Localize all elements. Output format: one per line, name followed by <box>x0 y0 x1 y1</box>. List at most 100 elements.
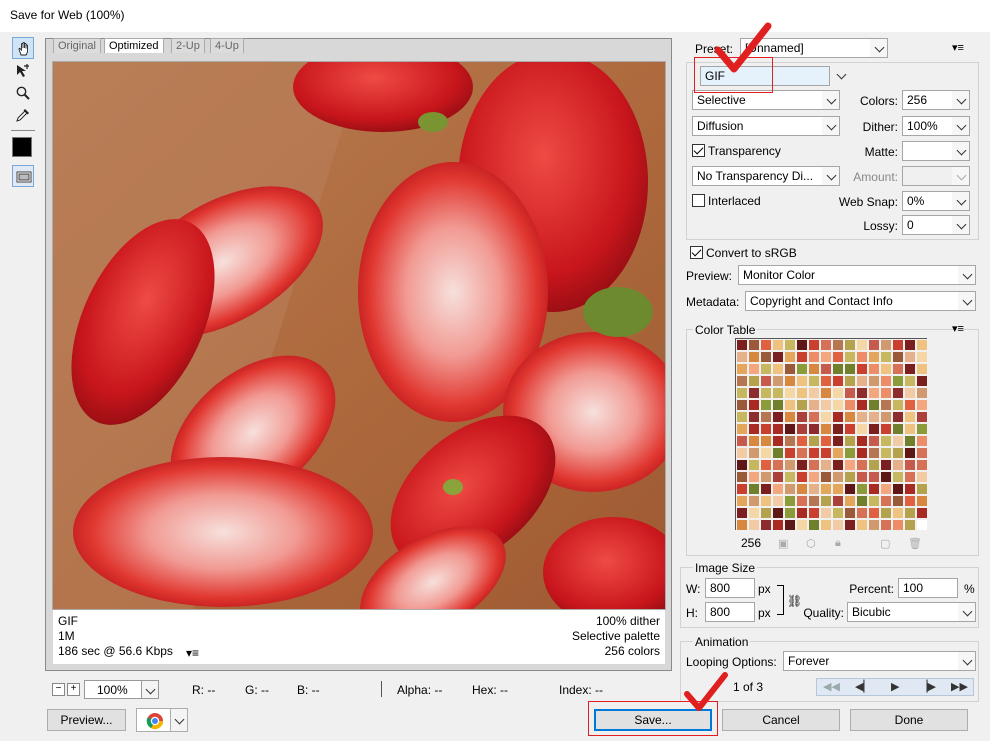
quality-select[interactable]: Bicubic <box>847 602 976 622</box>
color-swatch[interactable] <box>832 363 844 375</box>
color-swatch[interactable] <box>844 519 856 531</box>
color-swatch[interactable] <box>868 423 880 435</box>
color-swatch[interactable] <box>892 423 904 435</box>
color-swatch[interactable] <box>832 375 844 387</box>
color-swatch[interactable] <box>736 423 748 435</box>
color-swatch[interactable] <box>916 363 928 375</box>
play-icon[interactable]: ▶ <box>891 680 899 693</box>
toggle-slices-icon[interactable] <box>12 165 34 187</box>
first-frame-icon[interactable]: ◀◀ <box>823 680 840 693</box>
preset-menu-icon[interactable]: ▾≡ <box>952 41 964 54</box>
tab-optimized[interactable]: Optimized <box>104 38 164 53</box>
lossy-select[interactable]: 0 <box>902 215 970 235</box>
color-swatch[interactable] <box>880 471 892 483</box>
color-swatch[interactable] <box>736 399 748 411</box>
color-swatch[interactable] <box>868 435 880 447</box>
color-swatch[interactable] <box>868 447 880 459</box>
color-swatch[interactable] <box>844 447 856 459</box>
color-swatch[interactable] <box>868 507 880 519</box>
color-swatch[interactable] <box>892 435 904 447</box>
color-swatch[interactable] <box>892 495 904 507</box>
color-swatch[interactable] <box>892 339 904 351</box>
color-swatch[interactable] <box>796 399 808 411</box>
color-swatch[interactable] <box>868 471 880 483</box>
color-swatch[interactable] <box>736 375 748 387</box>
color-swatch[interactable] <box>784 351 796 363</box>
color-swatch[interactable] <box>772 519 784 531</box>
color-swatch[interactable] <box>748 339 760 351</box>
color-swatch[interactable] <box>736 495 748 507</box>
color-swatch[interactable] <box>748 351 760 363</box>
color-swatch[interactable] <box>760 375 772 387</box>
color-swatch[interactable] <box>808 483 820 495</box>
color-swatch[interactable] <box>808 447 820 459</box>
color-swatch[interactable] <box>820 471 832 483</box>
color-swatch[interactable] <box>904 375 916 387</box>
color-swatch[interactable] <box>856 339 868 351</box>
color-swatch[interactable] <box>892 375 904 387</box>
color-swatch[interactable] <box>856 411 868 423</box>
transparency-dither-select[interactable]: No Transparency Di... <box>692 166 840 186</box>
transparency-checkbox[interactable] <box>692 144 705 157</box>
color-swatch[interactable] <box>880 519 892 531</box>
color-swatch[interactable] <box>796 363 808 375</box>
color-swatch[interactable] <box>772 387 784 399</box>
color-swatch[interactable] <box>760 363 772 375</box>
width-input[interactable]: 800 <box>705 578 755 598</box>
color-swatch[interactable] <box>808 363 820 375</box>
metadata-select[interactable]: Copyright and Contact Info <box>745 291 976 311</box>
color-swatch[interactable] <box>904 495 916 507</box>
color-swatch[interactable] <box>844 399 856 411</box>
color-swatch[interactable] <box>892 363 904 375</box>
color-swatch[interactable] <box>760 351 772 363</box>
color-swatch[interactable] <box>748 435 760 447</box>
color-swatch[interactable] <box>880 495 892 507</box>
color-swatch[interactable] <box>784 507 796 519</box>
color-swatch[interactable] <box>736 387 748 399</box>
color-swatch[interactable] <box>820 399 832 411</box>
color-swatch[interactable] <box>916 495 928 507</box>
color-swatch[interactable] <box>760 447 772 459</box>
zoom-in-button[interactable]: + <box>67 683 80 696</box>
color-swatch[interactable] <box>784 375 796 387</box>
color-swatch[interactable] <box>736 435 748 447</box>
map-to-web-icon[interactable]: ▣ <box>778 537 788 550</box>
color-swatch[interactable] <box>892 483 904 495</box>
color-swatch[interactable] <box>784 339 796 351</box>
color-swatch[interactable] <box>760 339 772 351</box>
color-swatch[interactable] <box>880 447 892 459</box>
color-swatch[interactable] <box>856 435 868 447</box>
color-swatch[interactable] <box>856 483 868 495</box>
color-swatch[interactable] <box>736 411 748 423</box>
chevron-down-icon[interactable] <box>832 66 849 86</box>
color-swatch[interactable] <box>916 399 928 411</box>
color-swatch[interactable] <box>844 363 856 375</box>
hand-tool-icon[interactable] <box>12 37 34 59</box>
color-swatch[interactable] <box>760 507 772 519</box>
color-swatch[interactable] <box>736 471 748 483</box>
color-swatch[interactable] <box>916 519 928 531</box>
color-swatch[interactable] <box>916 471 928 483</box>
color-swatch[interactable] <box>808 519 820 531</box>
color-swatch[interactable] <box>904 519 916 531</box>
color-swatch[interactable] <box>772 507 784 519</box>
color-swatch[interactable] <box>844 435 856 447</box>
color-swatch[interactable] <box>832 447 844 459</box>
color-swatch[interactable] <box>772 495 784 507</box>
color-swatch[interactable] <box>808 459 820 471</box>
color-swatch[interactable] <box>832 399 844 411</box>
color-swatch[interactable] <box>868 363 880 375</box>
zoom-out-button[interactable]: − <box>52 683 65 696</box>
color-swatch[interactable] <box>796 411 808 423</box>
color-swatch[interactable] <box>880 483 892 495</box>
preview-color-select[interactable]: Monitor Color <box>738 265 976 285</box>
color-swatch[interactable] <box>904 423 916 435</box>
color-swatch[interactable] <box>796 459 808 471</box>
color-swatch[interactable] <box>772 363 784 375</box>
color-swatch[interactable] <box>868 339 880 351</box>
color-swatch[interactable] <box>748 447 760 459</box>
color-swatch[interactable] <box>820 411 832 423</box>
color-swatch[interactable] <box>868 459 880 471</box>
color-swatch[interactable] <box>856 519 868 531</box>
color-swatch[interactable] <box>796 435 808 447</box>
